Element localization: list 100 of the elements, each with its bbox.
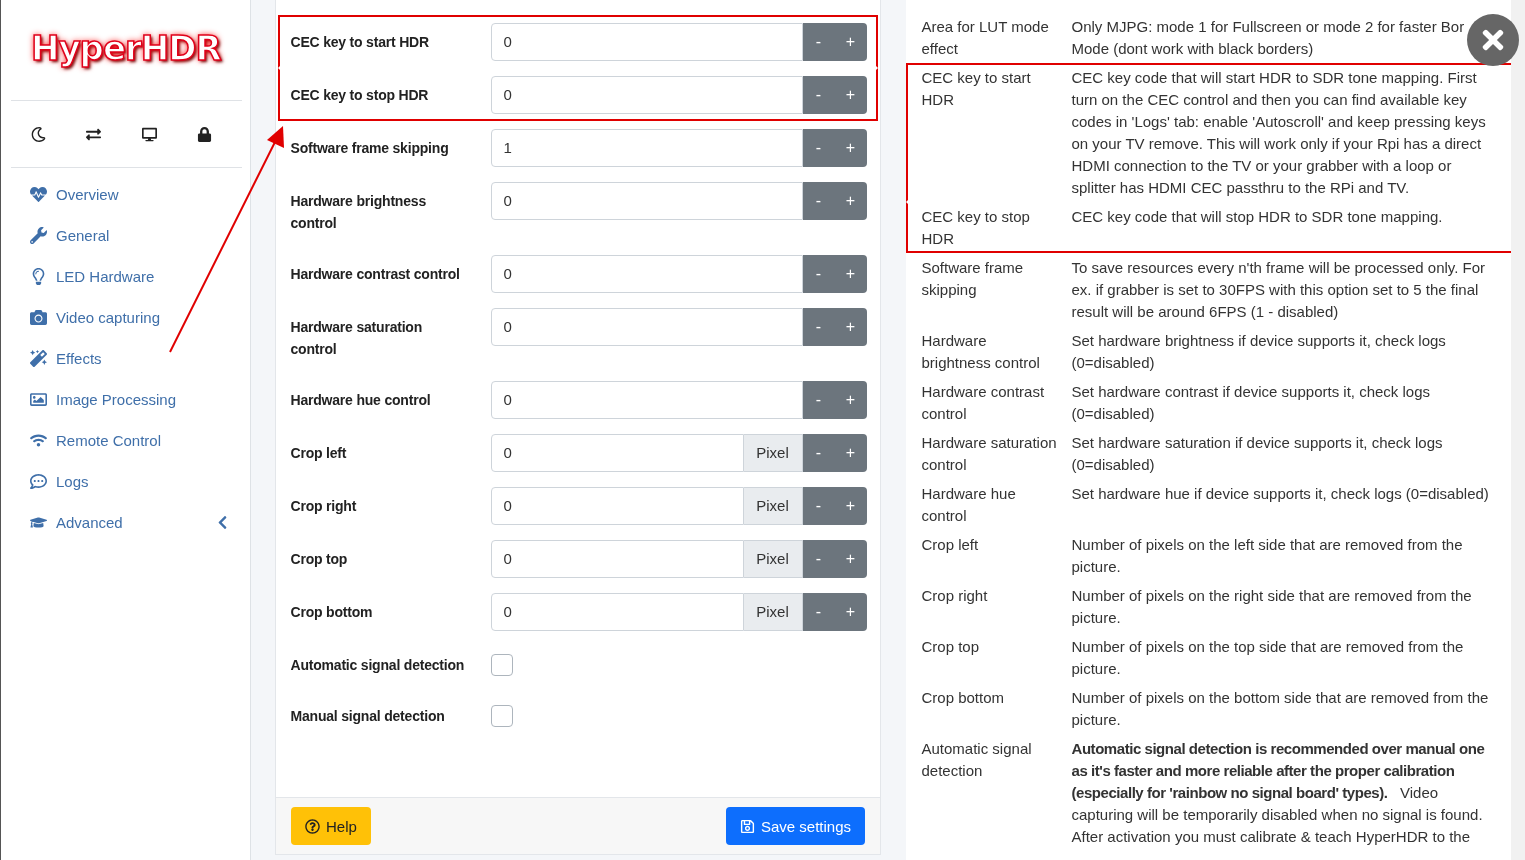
number-field[interactable]: 1 — [490, 128, 803, 167]
checkbox[interactable] — [490, 653, 513, 676]
monitor-icon — [141, 126, 157, 142]
increment-button[interactable]: + — [834, 486, 867, 525]
nav-item[interactable]: Image Processing — [29, 379, 250, 420]
decrement-button[interactable]: - — [802, 486, 835, 525]
nav-item[interactable]: General — [29, 215, 250, 256]
help-description: CEC key code that will stop HDR to SDR tone mapping. — [1071, 206, 1444, 227]
decrement-button[interactable]: - — [802, 433, 835, 472]
help-description: Number of pixels on the right side that are removed from the picture. — [1071, 585, 1473, 628]
field-label: Automatic signal detection — [290, 655, 466, 675]
scrollbar[interactable] — [1511, 0, 1525, 860]
unit-addon: Pixel — [743, 539, 803, 578]
help-description: Set hardware hue if device supports it, check logs (0=disabled) — [1071, 483, 1490, 504]
help-term: CEC key to stop HDR — [921, 206, 1031, 249]
number-field[interactable]: 0 — [490, 486, 744, 525]
help-term: Hardware saturation control — [921, 432, 1058, 475]
nav-item[interactable]: LED Hardware — [29, 256, 250, 297]
increment-button[interactable]: + — [834, 128, 867, 167]
unit-addon: Pixel — [743, 592, 803, 631]
heartbeat-icon — [30, 186, 47, 203]
decrement-button[interactable]: - — [802, 75, 835, 114]
wifi-icon — [30, 432, 47, 449]
help-term: Hardware hue control — [921, 483, 1017, 526]
help-term: Crop top — [921, 636, 981, 657]
decrement-button[interactable]: - — [802, 181, 835, 220]
number-field[interactable]: 0 — [490, 181, 803, 220]
number-field[interactable]: 0 — [490, 380, 803, 419]
decrement-button[interactable]: - — [802, 380, 835, 419]
number-field[interactable]: 0 — [490, 433, 744, 472]
help-description: Number of pixels on the left side that are removed from the picture. — [1071, 534, 1464, 577]
nav-item[interactable]: Remote Control — [29, 420, 250, 461]
increment-button[interactable]: + — [834, 307, 867, 346]
help-term: Area for LUT mode effect — [921, 16, 1050, 59]
help-description: Number of pixels on the bottom side that are removed from the picture. — [1071, 687, 1490, 730]
image-icon — [30, 391, 47, 408]
graduation-cap-icon — [30, 514, 47, 531]
increment-button[interactable]: + — [834, 75, 867, 114]
help-description-line: Mode (dont work with black borders) — [1071, 38, 1314, 59]
number-field[interactable]: 0 — [490, 254, 803, 293]
help-term: Hardware brightness control — [921, 330, 1041, 373]
decrement-button[interactable]: - — [802, 254, 835, 293]
unit-addon: Pixel — [743, 433, 803, 472]
wrench-icon — [30, 227, 47, 244]
increment-button[interactable]: + — [834, 433, 867, 472]
save-button[interactable]: Save settings — [725, 807, 865, 845]
increment-button[interactable]: + — [834, 539, 867, 578]
save-icon — [739, 818, 755, 834]
nav-item[interactable]: Overview — [29, 174, 250, 215]
field-label: Crop right — [290, 496, 358, 516]
nav-item[interactable]: Advanced — [29, 502, 250, 543]
help-term: Automatic signal detection — [921, 738, 1033, 781]
help-description-line: Only MJPG: mode 1 for Fullscreen or mode 2 for faster Bor — [1071, 16, 1465, 37]
number-field[interactable]: 0 — [490, 75, 803, 114]
increment-button[interactable]: + — [834, 380, 867, 419]
field-label: Hardware saturation control — [290, 317, 424, 359]
nav-label: Remote Control — [56, 432, 162, 449]
field-label: Hardware brightness control — [290, 191, 427, 233]
nav-item[interactable]: Logs — [29, 461, 250, 502]
swap-icon — [86, 126, 102, 142]
increment-button[interactable]: + — [834, 181, 867, 220]
decrement-button[interactable]: - — [802, 22, 835, 61]
help-description: Number of pixels on the top side that are removed from the picture. — [1071, 636, 1465, 679]
nav-label: Video capturing — [56, 309, 160, 326]
decrement-button[interactable]: - — [802, 128, 835, 167]
help-description: To save resources every n'th frame will be processed only. For ex. if grabber is set to 30FPS with this option set to 5 the final result will be around 6FPS (1 - disabled) — [1071, 257, 1487, 322]
increment-button[interactable]: + — [834, 592, 867, 631]
decrement-button[interactable]: - — [802, 307, 835, 346]
help-description: Set hardware brightness if device supports it, check logs (0=disabled) — [1071, 330, 1447, 373]
help-description: Set hardware contrast if device supports it, check logs (0=disabled) — [1071, 381, 1431, 424]
help-term: Crop bottom — [921, 687, 1006, 708]
help-term: Crop left — [921, 534, 980, 555]
field-label: Manual signal detection — [290, 706, 446, 726]
help-term: CEC key to start HDR — [921, 67, 1032, 110]
camera-icon — [30, 309, 47, 326]
field-label: Hardware contrast control — [290, 264, 461, 284]
nav-item[interactable]: Effects — [29, 338, 250, 379]
help-description: CEC key code that will start HDR to SDR tone mapping. First turn on the CEC control and then you can find available key codes in 'Logs' tab: enable 'Autoscroll' and keep pressing keys on your TV remove. This will work only if your Rpi has a direct HDMI connection to the TV or your grabber with a loop or splitter has HDMI CEC passthru to the RPi and TV. — [1071, 67, 1487, 198]
help-term: Software frame skipping — [921, 257, 1025, 300]
lightbulb-icon — [30, 268, 47, 285]
number-field[interactable]: 0 — [490, 539, 744, 578]
help-description: Automatic signal detection is recommended over manual one as it's faster and more reliable after the proper calibration (especially for 'rainbow no signal board' types). Video capturing will be temporarily disabled when no signal is found. After activation you must calibrate & teach HyperHDR to the — [1071, 738, 1486, 847]
unit-addon: Pixel — [743, 486, 803, 525]
increment-button[interactable]: + — [834, 22, 867, 61]
number-field[interactable]: 0 — [490, 22, 803, 61]
help-description: Set hardware saturation if device supports it, check logs (0=disabled) — [1071, 432, 1444, 475]
nav-label: Image Processing — [56, 391, 177, 408]
help-button[interactable]: Help — [291, 807, 371, 845]
number-field[interactable]: 0 — [490, 307, 803, 346]
nav-item[interactable]: Video capturing — [29, 297, 250, 338]
nav-label: Advanced — [56, 514, 123, 531]
number-field[interactable]: 0 — [490, 592, 744, 631]
checkbox[interactable] — [490, 704, 513, 727]
increment-button[interactable]: + — [834, 254, 867, 293]
magic-wand-icon — [30, 350, 47, 367]
decrement-button[interactable]: - — [802, 592, 835, 631]
field-label: Hardware hue control — [290, 390, 432, 410]
nav-label: Effects — [56, 350, 102, 367]
speech-bubble-icon — [30, 473, 47, 490]
decrement-button[interactable]: - — [802, 539, 835, 578]
